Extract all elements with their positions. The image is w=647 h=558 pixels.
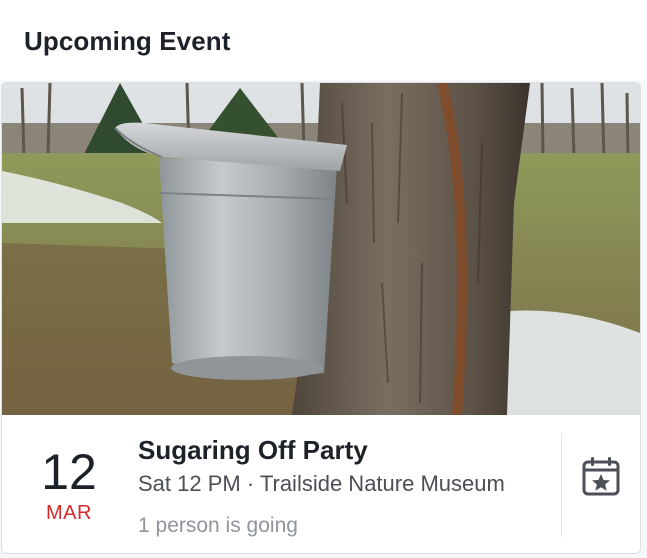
maple-tap-bucket-image xyxy=(2,83,640,415)
event-title-link[interactable]: Sugaring Off Party xyxy=(138,433,558,467)
event-attendance-count: 1 person is going xyxy=(138,514,298,537)
add-to-calendar-button[interactable] xyxy=(580,455,622,497)
event-cover-photo[interactable] xyxy=(2,83,640,415)
section-title: Upcoming Event xyxy=(24,26,231,56)
section-header: Upcoming Event xyxy=(0,0,647,80)
calendar-star-icon xyxy=(582,457,620,496)
event-date-month: MAR xyxy=(46,502,92,524)
event-date: 12 MAR xyxy=(22,445,116,525)
event-details: 12 MAR Sugaring Off Party Sat 12 PM · Tr… xyxy=(2,415,640,553)
event-date-day: 12 xyxy=(41,444,97,500)
vertical-divider xyxy=(561,433,562,537)
event-info: Sugaring Off Party Sat 12 PM · Trailside… xyxy=(138,433,558,541)
event-page: Upcoming Event 12 MAR Sugaring Off Party… xyxy=(0,0,647,558)
event-time-location: Sat 12 PM · Trailside Nature Museum xyxy=(138,471,505,496)
event-card[interactable]: 12 MAR Sugaring Off Party Sat 12 PM · Tr… xyxy=(1,82,641,554)
